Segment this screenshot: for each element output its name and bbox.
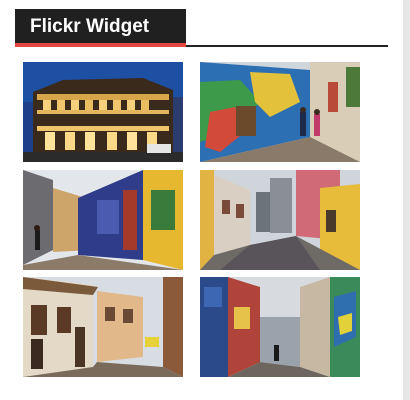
widget-header: Flickr Widget	[15, 9, 388, 47]
flickr-photo-2[interactable]	[200, 62, 360, 162]
flickr-photo-5[interactable]	[23, 277, 183, 377]
photo-4-image	[200, 170, 360, 270]
flickr-photo-6[interactable]	[200, 277, 360, 377]
flickr-photo-3[interactable]	[23, 170, 183, 270]
photo-3-image	[23, 170, 183, 270]
photo-5-image	[23, 277, 183, 377]
widget-title: Flickr Widget	[30, 16, 150, 37]
photo-6-image	[200, 277, 360, 377]
header-divider	[186, 45, 388, 47]
photo-2-image	[200, 62, 360, 162]
flickr-photo-4[interactable]	[200, 170, 360, 270]
flickr-photo-1[interactable]	[23, 62, 183, 162]
photo-1-image	[23, 62, 183, 162]
widget-title-box: Flickr Widget	[15, 9, 186, 47]
scrollbar-track[interactable]	[403, 0, 410, 400]
flickr-widget: Flickr Widget	[0, 0, 403, 400]
